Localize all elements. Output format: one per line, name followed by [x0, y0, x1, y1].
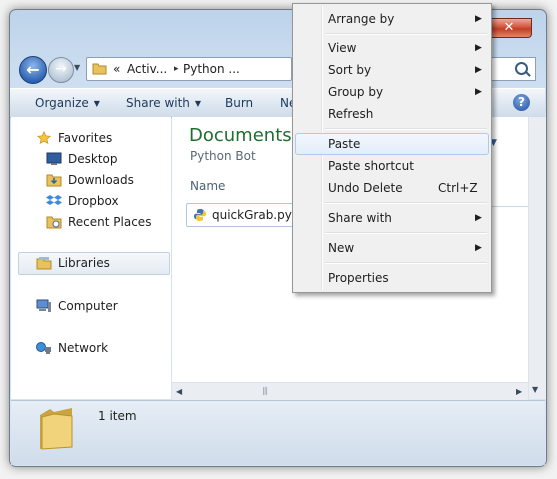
network-icon	[36, 342, 51, 354]
scroll-grip-icon[interactable]: |||	[262, 386, 268, 395]
burn-button[interactable]: Burn	[225, 96, 253, 110]
menu-item-properties[interactable]: Properties	[295, 267, 489, 289]
file-item[interactable]: quickGrab.py	[186, 203, 296, 227]
search-icon[interactable]	[515, 62, 528, 75]
menu-label: Refresh	[328, 107, 374, 121]
organize-button[interactable]: Organize ▼	[35, 96, 100, 110]
item-count: 1 item	[98, 409, 137, 423]
share-with-button[interactable]: Share with ▼	[126, 96, 201, 110]
menu-separator	[325, 232, 487, 234]
menu-item-paste-shortcut[interactable]: Paste shortcut	[295, 155, 489, 177]
address-bar[interactable]: « Activ... ▸ Python ...	[86, 57, 292, 81]
menu-label: Paste	[328, 137, 361, 151]
nav-label: Downloads	[68, 173, 134, 187]
column-header-name[interactable]: Name	[190, 179, 225, 193]
menu-item-view[interactable]: View ▶	[295, 37, 489, 59]
menu-label: Arrange by	[328, 12, 395, 26]
menu-separator	[325, 202, 487, 204]
menu-label: Undo Delete	[328, 181, 403, 195]
menu-label: Sort by	[328, 63, 372, 77]
nav-recent-places[interactable]: Recent Places	[46, 212, 151, 232]
nav-network[interactable]: Network	[36, 338, 108, 358]
menu-separator	[325, 262, 487, 264]
submenu-arrow-icon: ▶	[475, 65, 482, 75]
submenu-arrow-icon: ▶	[475, 213, 482, 223]
nav-libraries[interactable]: Libraries	[36, 253, 110, 273]
menu-label: New	[328, 241, 355, 255]
horizontal-scrollbar[interactable]	[172, 382, 528, 400]
library-subtitle: Python Bot	[190, 149, 256, 163]
nav-dropbox[interactable]: Dropbox	[46, 191, 119, 211]
python-file-icon	[194, 209, 206, 221]
library-title: Documents l	[189, 125, 303, 146]
menu-item-arrange-by[interactable]: Arrange by ▶	[295, 8, 489, 30]
nav-label: Computer	[58, 299, 118, 313]
recent-places-icon	[46, 216, 62, 229]
nav-label: Dropbox	[68, 194, 119, 208]
back-arrow-icon: ←	[26, 60, 40, 79]
nav-computer[interactable]: Computer	[36, 296, 118, 316]
menu-label: View	[328, 41, 357, 55]
submenu-arrow-icon: ▶	[475, 243, 482, 253]
close-button[interactable]: ✕	[486, 18, 532, 38]
menu-item-refresh[interactable]: Refresh	[295, 103, 489, 125]
nav-desktop[interactable]: Desktop	[46, 149, 118, 169]
recent-pages-dropdown[interactable]: ▼	[74, 63, 80, 72]
libraries-icon	[36, 257, 52, 270]
breadcrumb-item[interactable]: Python ...	[183, 62, 240, 76]
menu-shortcut: Ctrl+Z	[438, 181, 478, 195]
scroll-down-icon[interactable]: ▼	[532, 385, 538, 394]
breadcrumb-separator-icon[interactable]: ▸	[174, 64, 179, 74]
star-icon	[37, 131, 51, 145]
menu-item-sort-by[interactable]: Sort by ▶	[295, 59, 489, 81]
large-folder-icon	[40, 408, 73, 450]
folder-icon	[92, 63, 107, 75]
nav-downloads[interactable]: Downloads	[46, 170, 134, 190]
chevron-down-icon: ▼	[194, 99, 202, 108]
menu-item-share-with[interactable]: Share with ▶	[295, 207, 489, 229]
forward-arrow-icon: →	[55, 61, 67, 77]
submenu-arrow-icon: ▶	[475, 43, 482, 53]
menu-label: Share with	[328, 211, 392, 225]
downloads-folder-icon	[46, 174, 62, 187]
chevron-down-icon: ▼	[93, 99, 100, 108]
back-button[interactable]: ←	[19, 56, 47, 84]
nav-label: Libraries	[58, 256, 110, 270]
dropbox-icon	[46, 195, 62, 205]
menu-item-undo-delete[interactable]: Undo Delete Ctrl+Z	[295, 177, 489, 199]
menu-separator	[325, 128, 487, 130]
menu-item-group-by[interactable]: Group by ▶	[295, 81, 489, 103]
details-pane	[11, 400, 545, 465]
menu-item-new[interactable]: New ▶	[295, 237, 489, 259]
menu-separator	[325, 33, 487, 35]
computer-icon	[36, 299, 51, 312]
submenu-arrow-icon: ▶	[475, 87, 482, 97]
scroll-left-icon[interactable]: ◀	[176, 387, 182, 396]
menu-label: Group by	[328, 85, 384, 99]
nav-label: Desktop	[68, 152, 118, 166]
breadcrumb-overflow[interactable]: «	[113, 62, 120, 76]
nav-label: Recent Places	[68, 215, 152, 229]
search-box[interactable]	[491, 57, 536, 81]
menu-label: Paste shortcut	[328, 159, 414, 173]
nav-label: Network	[58, 341, 109, 355]
nav-favorites[interactable]: Favorites	[36, 128, 112, 148]
file-name: quickGrab.py	[212, 208, 292, 222]
breadcrumb-item[interactable]: Activ...	[127, 62, 167, 76]
desktop-icon	[46, 152, 62, 165]
nav-label: Favorites	[58, 131, 113, 145]
forward-button[interactable]: →	[48, 57, 74, 83]
submenu-arrow-icon: ▶	[475, 14, 482, 24]
scroll-right-icon[interactable]: ▶	[516, 387, 522, 396]
help-icon[interactable]: ?	[513, 94, 530, 111]
context-menu: Arrange by ▶ View ▶ Sort by ▶ Group by ▶…	[292, 3, 492, 293]
vertical-scrollbar[interactable]	[528, 117, 546, 399]
menu-item-paste[interactable]: Paste	[295, 133, 489, 155]
menu-label: Properties	[328, 271, 389, 285]
